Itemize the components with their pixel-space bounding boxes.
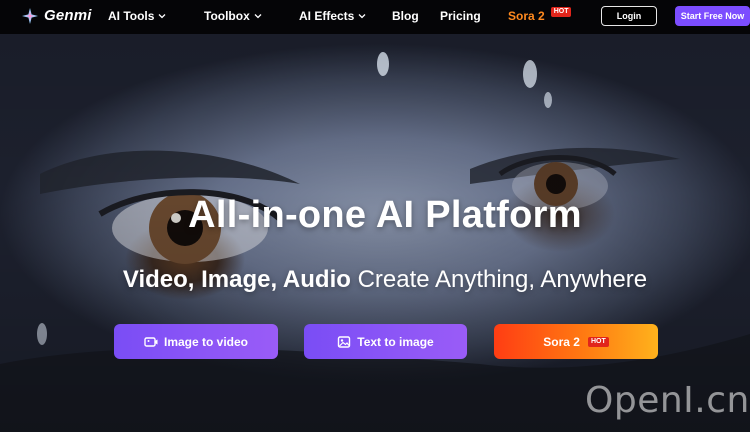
nav-sora[interactable]: Sora 2 HOT [508,7,572,23]
hero-subtitle-bold: Video, Image, Audio [122,266,351,293]
chevron-down-icon [158,14,166,19]
hot-badge: HOT [550,7,572,17]
sparkle-logo-icon [22,7,38,24]
hero-subtitle: Video, Image, Audio Create Anything, Any… [0,266,750,294]
nav-pricing[interactable]: Pricing [440,9,481,23]
image-to-video-button[interactable]: Image to video [114,324,278,359]
hero-banner: All-in-one AI Platform Video, Image, Aud… [0,34,750,432]
sora-button[interactable]: Sora 2 HOT [494,324,658,359]
image-to-video-label: Image to video [163,334,249,349]
text-to-image-label: Text to image [357,334,434,349]
hero-subtitle-rest: Create Anything, Anywhere [350,266,648,293]
hero-title: All-in-one AI Platform [188,194,582,236]
nav-toolbox-label: Toolbox [204,9,250,23]
nav-sora-label: Sora 2 [508,9,545,23]
start-free-button[interactable]: Start Free Now [675,6,750,26]
nav-blog[interactable]: Blog [392,9,419,23]
chevron-down-icon [254,14,262,19]
nav-pricing-label: Pricing [440,9,481,23]
nav-ai-tools-label: AI Tools [108,9,155,23]
top-nav: Genmi AI Tools Toolbox AI Effects Blog P… [0,0,750,34]
brand-logo[interactable]: Genmi [22,7,92,24]
brand-name: Genmi [44,7,92,24]
nav-ai-effects-label: AI Effects [299,9,355,23]
login-button[interactable]: Login [601,6,657,26]
image-video-icon [144,336,158,347]
nav-blog-label: Blog [392,9,419,23]
image-icon [338,335,351,348]
nav-ai-tools[interactable]: AI Tools [108,9,166,23]
watermark-text: OpenI.cn [585,380,750,421]
text-to-image-button[interactable]: Text to image [304,324,467,359]
nav-ai-effects[interactable]: AI Effects [299,9,366,23]
sora-button-label: Sora 2 [543,334,580,349]
nav-toolbox[interactable]: Toolbox [204,9,262,23]
chevron-down-icon [358,14,366,19]
hot-badge: HOT [587,336,609,347]
